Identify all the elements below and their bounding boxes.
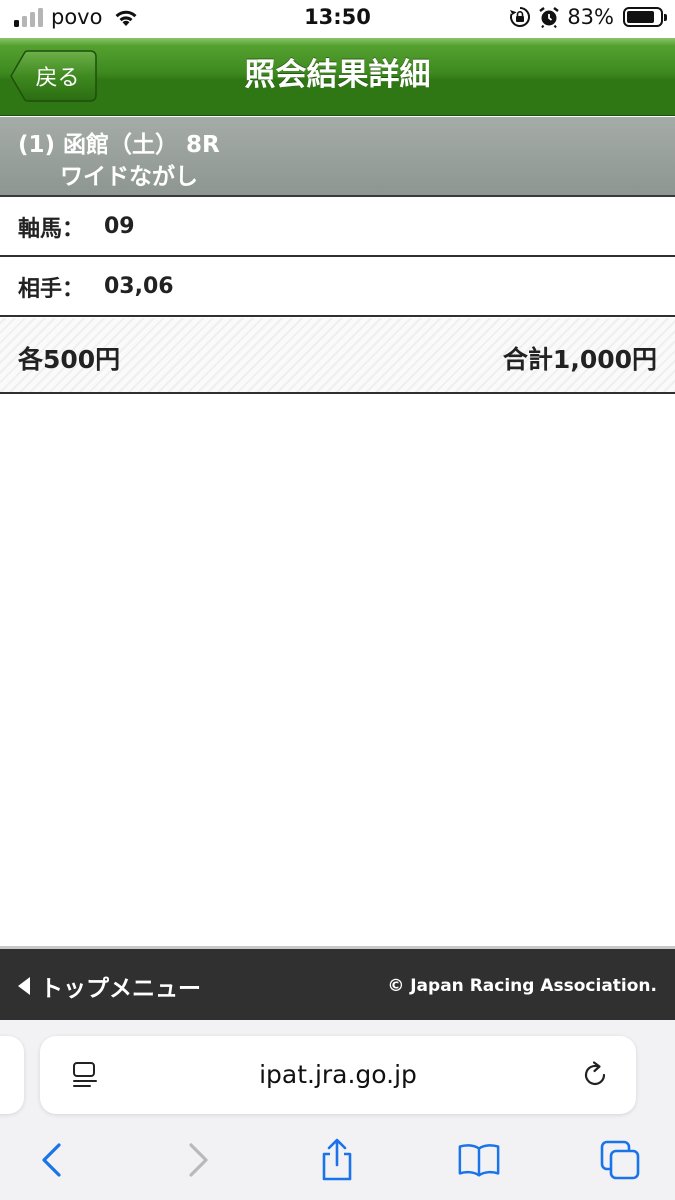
- rotation-lock-icon: [510, 7, 531, 27]
- share-button[interactable]: [315, 1138, 359, 1182]
- bet-type: ワイドながし: [60, 164, 198, 190]
- tabs-button[interactable]: [598, 1138, 642, 1182]
- page-title: 照会結果詳細: [244, 57, 431, 93]
- partner-value: 03,06: [104, 274, 174, 299]
- browser-toolbar: ipat.jra.go.jp: [0, 1020, 675, 1200]
- page-header: 戻る 照会結果詳細: [0, 38, 675, 116]
- alarm-icon: [539, 7, 560, 28]
- amount-total: 合計1,000円: [502, 345, 657, 374]
- status-bar: povo 13:50 83%: [0, 0, 675, 38]
- reload-icon[interactable]: [580, 1060, 610, 1090]
- axis-horse-label: 軸馬：: [18, 216, 85, 242]
- battery-level: [627, 11, 654, 23]
- status-right: 83%: [509, 5, 667, 29]
- tabs-icon: [600, 1140, 640, 1180]
- bookmarks-button[interactable]: [457, 1138, 501, 1182]
- triangle-left-icon: [18, 977, 30, 995]
- partner-row: 相手： 03,06: [0, 258, 675, 317]
- battery-cap: [664, 14, 667, 21]
- top-menu-label: トップメニュー: [40, 976, 201, 1002]
- previous-tab-peek[interactable]: [0, 1036, 24, 1114]
- race-name: (1) 函館（土） 8R: [18, 132, 220, 158]
- partner-label: 相手：: [18, 276, 85, 302]
- axis-horse-value: 09: [104, 214, 135, 239]
- amount-each: 各500円: [18, 345, 121, 374]
- url-text: ipat.jra.go.jp: [259, 1060, 417, 1089]
- back-nav-button[interactable]: [30, 1138, 74, 1182]
- address-bar[interactable]: ipat.jra.go.jp: [40, 1036, 636, 1114]
- race-info: (1) 函館（土） 8R ワイドながし: [0, 117, 675, 197]
- copyright: © Japan Racing Association.: [387, 976, 657, 996]
- back-icon: [42, 1143, 61, 1177]
- back-button-label: 戻る: [35, 66, 80, 91]
- axis-horse-row: 軸馬： 09: [0, 198, 675, 257]
- forward-nav-button[interactable]: [176, 1138, 220, 1182]
- screen: povo 13:50 83% 戻る 照会結果詳細 (1) 函館（土） 8R ワイ…: [0, 0, 675, 1200]
- amount-row: 各500円 合計1,000円: [0, 318, 675, 394]
- share-icon: [322, 1138, 352, 1181]
- back-button[interactable]: 戻る: [10, 50, 97, 102]
- forward-icon: [189, 1143, 208, 1177]
- battery-icon: [623, 7, 667, 27]
- top-menu-link[interactable]: トップメニュー: [16, 969, 201, 1003]
- footer-bar: トップメニュー © Japan Racing Association.: [0, 946, 675, 1020]
- bookmarks-icon: [458, 1144, 500, 1177]
- battery-percent: 83%: [567, 5, 614, 29]
